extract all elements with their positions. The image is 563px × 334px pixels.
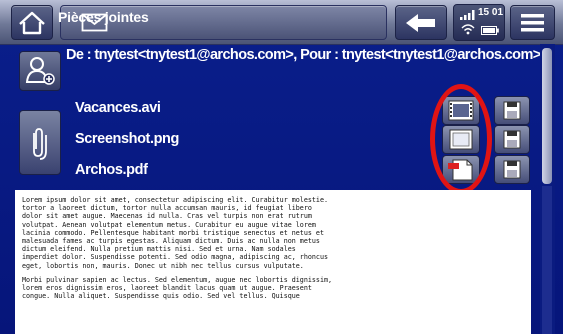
attachment-name[interactable]: Archos.pdf [75, 162, 148, 178]
paperclip-icon [33, 128, 47, 160]
battery-icon [481, 26, 499, 35]
menu-icon [521, 14, 544, 32]
back-button[interactable] [395, 5, 447, 40]
page-title: Pièces jointes [58, 9, 149, 25]
floppy-save-icon [503, 130, 521, 149]
save-attachment-button[interactable] [494, 96, 530, 125]
top-bar: Pièces jointes 15 01 [0, 0, 563, 45]
body-paragraph: Lorem ipsum dolor sit amet, consectetur … [22, 196, 328, 270]
scrollbar-track-lower [542, 186, 552, 334]
attachment-name[interactable]: Vacances.avi [75, 100, 161, 116]
attachments-button[interactable] [19, 110, 61, 175]
scrollbar-thumb[interactable] [542, 48, 552, 184]
wifi-icon [461, 24, 475, 35]
status-area: 15 01 [453, 4, 505, 41]
floppy-save-icon [503, 101, 521, 120]
attachments-screen: Pièces jointes 15 01 De: tnytest<tnytes… [0, 0, 563, 334]
floppy-save-icon [503, 160, 521, 179]
highlight-circle [430, 84, 492, 194]
home-icon [19, 11, 45, 35]
attachment-name[interactable]: Screenshot.png [75, 131, 179, 147]
save-attachment-button[interactable] [494, 125, 530, 154]
body-paragraph: Morbi pulvinar sapien ac lectus. Sed ele… [22, 275, 333, 301]
sender-recipient-line: De : tnytest<tnytest1@archos.com>, Pour … [66, 47, 541, 63]
contact-icon [25, 57, 55, 85]
back-arrow-icon [406, 14, 435, 32]
message-body[interactable]: Lorem ipsum dolor sit amet, consectetur … [15, 190, 531, 334]
menu-button[interactable] [510, 5, 555, 40]
home-button[interactable] [11, 5, 53, 40]
save-attachment-button[interactable] [494, 155, 530, 184]
add-contact-button[interactable] [19, 51, 61, 91]
clock: 15 01 [478, 7, 504, 18]
signal-icon [460, 10, 475, 20]
